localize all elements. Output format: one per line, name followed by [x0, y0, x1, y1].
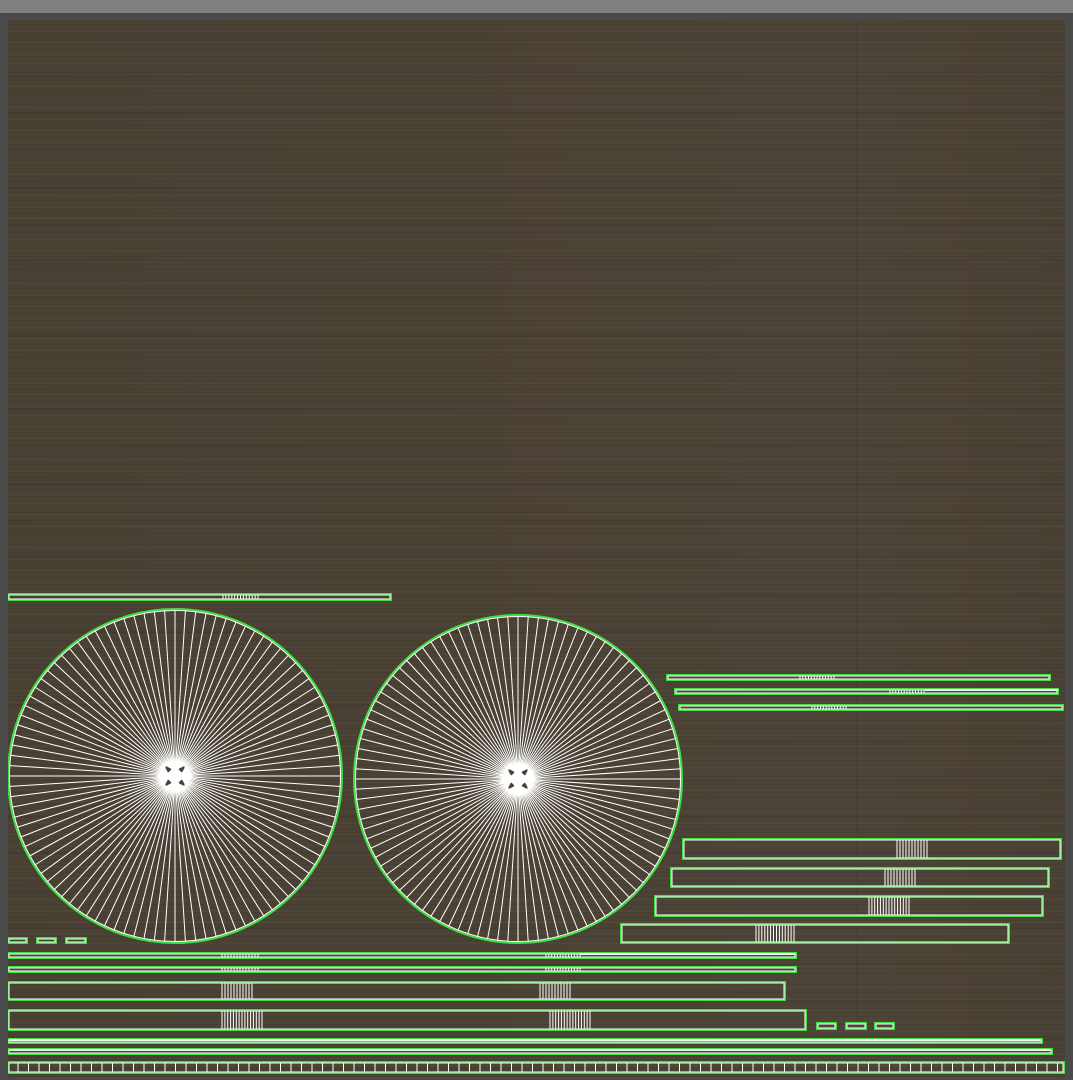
uv-strip-bottom-4-edge — [8, 1010, 806, 1030]
uv-strip-bottom-3-edge — [8, 982, 785, 1000]
uv-small-rect-left-2-edge — [37, 938, 56, 943]
uv-strip-bottom-4-outline — [8, 1009, 807, 1031]
uv-strip-right-6-hatch-1 — [868, 897, 910, 915]
uv-disc-left — [8, 608, 343, 944]
uv-small-rect-left-1-edge — [8, 938, 27, 943]
uv-small-rect-right-1-edge — [817, 1023, 836, 1029]
uv-strip-right-7-edge — [621, 924, 1009, 943]
uv-strip-right-5-hatch-1 — [884, 869, 916, 886]
uv-segmented-strip-edge — [8, 1062, 1064, 1073]
uv-strip-right-5-outline — [670, 867, 1050, 888]
uv-strip-bottom-3-hatch-2 — [539, 983, 571, 999]
uv-small-rect-right-2-edge — [846, 1023, 866, 1029]
uv-strip-top-left-edge — [8, 594, 391, 600]
uv-strip-right-7-outline — [620, 923, 1010, 944]
uv-strip-bottom-4-hatch-2 — [549, 1011, 591, 1029]
uv-disc-left-hub — [155, 756, 195, 796]
uv-strip-right-3-edge — [679, 705, 1063, 710]
uv-strip-right-4-outline — [682, 838, 1062, 860]
uv-strip-top-left-hatch-1 — [222, 595, 259, 599]
uv-segmented-strip-dividers — [17, 1063, 1058, 1072]
uv-strip-right-5-edge — [671, 868, 1049, 887]
uv-strip-right-4-edge — [683, 839, 1061, 859]
top-bar — [0, 0, 1073, 13]
uv-strip-bottom-2-edge — [8, 967, 796, 972]
uv-strip-right-7-hatch-1 — [755, 925, 795, 942]
uv-strip-right-4-hatch-1 — [896, 840, 928, 858]
uv-strip-right-1-edge — [667, 675, 1050, 680]
uv-strip-bottom-3-hatch-1 — [221, 983, 253, 999]
uv-strip-right-6-outline — [654, 895, 1044, 917]
uv-segmented-strip-outline — [8, 1061, 1065, 1074]
uv-disc-right-hub — [498, 759, 538, 799]
uv-strip-right-6-edge — [655, 896, 1043, 916]
uv-small-rect-left-3-edge — [66, 938, 86, 943]
uv-strip-bottom-3-outline — [8, 981, 786, 1001]
uv-wireframe-overlay — [8, 593, 1065, 1074]
uv-small-rect-right-3-edge — [875, 1023, 894, 1029]
texture-canvas[interactable] — [8, 20, 1065, 1077]
uv-strip-bottom-4-hatch-1 — [221, 1011, 263, 1029]
uv-disc-right — [353, 614, 683, 944]
